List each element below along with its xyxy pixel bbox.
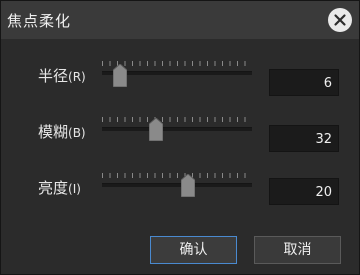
dialog-title: 焦点柔化 (7, 12, 72, 30)
brightness-slider-track[interactable] (102, 183, 252, 187)
brightness-label: 亮度(I) (38, 179, 81, 197)
blur-slider-track[interactable] (102, 127, 252, 131)
radius-slider-handle[interactable] (113, 64, 127, 87)
radius-label: 半径(R) (38, 67, 86, 85)
brightness-slider-handle[interactable] (180, 174, 195, 197)
focus-soften-dialog: 焦点柔化 半径(R) 6 模糊(B) 32 亮度(I) 20 确认 取消 (0, 0, 360, 275)
confirm-button[interactable]: 确认 (150, 236, 237, 264)
close-icon[interactable] (328, 8, 352, 32)
blur-label: 模糊(B) (38, 123, 86, 141)
radius-value-field[interactable]: 6 (269, 69, 339, 96)
cancel-button[interactable]: 取消 (254, 236, 341, 264)
brightness-value-field[interactable]: 20 (269, 178, 339, 205)
blur-slider-ticks (102, 117, 252, 122)
blur-value-field[interactable]: 32 (269, 125, 339, 152)
blur-slider-handle[interactable] (149, 118, 163, 141)
title-bar[interactable]: 焦点柔化 (1, 1, 359, 39)
brightness-slider-ticks (102, 173, 252, 178)
